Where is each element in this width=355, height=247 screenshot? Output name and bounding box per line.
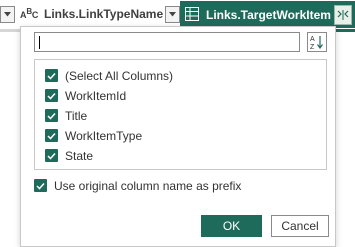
svg-text:Z: Z [310, 44, 315, 50]
chevron-down-icon [4, 12, 11, 17]
column-header-targetworkitem[interactable]: Links.TargetWorkItem [180, 1, 355, 28]
sort-az-icon: A Z [310, 36, 323, 50]
column-checkbox-list[interactable]: (Select All Columns) WorkItemId Title Wo… [34, 59, 327, 170]
text-caret [39, 36, 40, 49]
list-item-label: WorkItemId [65, 88, 127, 103]
expand-columns-icon [337, 10, 349, 20]
list-item-label: WorkItemType [65, 128, 143, 143]
column-filter-dropdown-previous[interactable] [0, 6, 15, 23]
svg-text:A: A [310, 36, 315, 43]
list-item-label: Title [65, 108, 88, 123]
column-filter-dropdown-linktypename[interactable] [165, 6, 180, 23]
checkmark-icon [36, 182, 45, 190]
checkbox-checked[interactable] [45, 149, 58, 162]
checkbox-checked[interactable] [45, 89, 58, 102]
expand-column-button[interactable] [334, 5, 352, 25]
column-header-label: Links.TargetWorkItem [206, 8, 331, 22]
checkmark-icon [47, 152, 56, 160]
cancel-button[interactable]: Cancel [271, 215, 329, 237]
expand-columns-popup: A Z (Select All Columns) WorkItemId Titl… [20, 26, 336, 247]
list-item-workitemtype[interactable]: WorkItemType [45, 127, 142, 144]
use-prefix-label: Use original column name as prefix [54, 178, 242, 193]
power-query-editor: ABC Links.LinkTypeName Links.TargetWorkI… [0, 0, 355, 247]
ok-button[interactable]: OK [201, 215, 262, 237]
use-prefix-checkbox[interactable] [34, 179, 47, 192]
table-icon [185, 7, 199, 21]
list-item-title[interactable]: Title [45, 107, 87, 124]
checkbox-checked[interactable] [45, 109, 58, 122]
checkmark-icon [47, 112, 56, 120]
type-icon-c: C [31, 10, 39, 20]
list-item-label: (Select All Columns) [65, 68, 174, 83]
list-item-select-all[interactable]: (Select All Columns) [45, 67, 173, 84]
list-item-state[interactable]: State [45, 147, 93, 164]
list-item-workitemid[interactable]: WorkItemId [45, 87, 126, 104]
checkbox-checked[interactable] [45, 69, 58, 82]
search-columns-input[interactable] [34, 32, 300, 52]
use-prefix-option[interactable]: Use original column name as prefix [34, 177, 241, 194]
chevron-down-icon [169, 12, 176, 17]
sort-columns-button[interactable]: A Z [307, 32, 327, 52]
checkmark-icon [47, 72, 56, 80]
checkmark-icon [47, 92, 56, 100]
checkbox-checked[interactable] [45, 129, 58, 142]
checkmark-icon [47, 132, 56, 140]
list-item-label: State [65, 148, 94, 163]
text-type-icon[interactable]: ABC [20, 7, 38, 20]
column-header-linktypename[interactable]: Links.LinkTypeName [44, 7, 163, 21]
